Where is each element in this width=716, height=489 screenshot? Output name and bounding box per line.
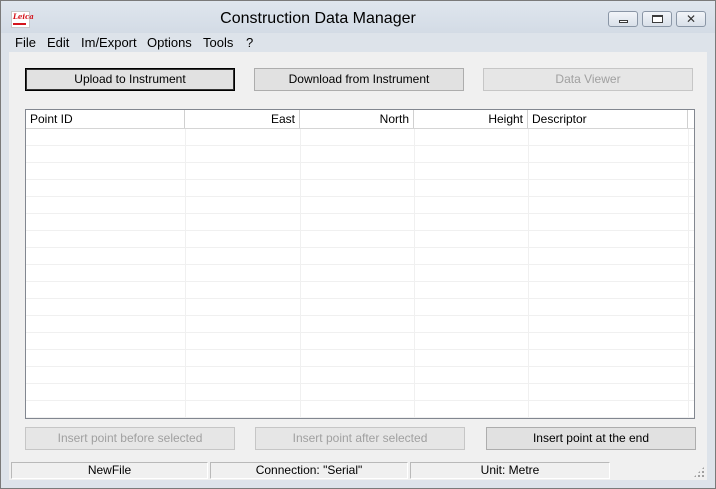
data-viewer-button[interactable]: Data Viewer bbox=[483, 68, 693, 91]
maximize-button[interactable] bbox=[642, 11, 672, 27]
menu-tools[interactable]: Tools bbox=[203, 35, 233, 50]
insert-point-before-selected-button[interactable]: Insert point before selected bbox=[25, 427, 235, 450]
minimize-icon bbox=[619, 20, 628, 23]
status-bar: NewFile Connection: "Serial" Unit: Metre bbox=[9, 462, 707, 480]
column-divider bbox=[300, 129, 301, 418]
menu-edit[interactable]: Edit bbox=[47, 35, 69, 50]
menu-file[interactable]: File bbox=[15, 35, 36, 50]
column-divider bbox=[528, 129, 529, 418]
column-divider bbox=[414, 129, 415, 418]
points-table[interactable]: Point ID East North Height Descriptor bbox=[25, 109, 695, 419]
column-header-descriptor[interactable]: Descriptor bbox=[528, 110, 688, 128]
column-header-north[interactable]: North bbox=[300, 110, 414, 128]
column-header-point-id[interactable]: Point ID bbox=[26, 110, 185, 128]
menu-im-export[interactable]: Im/Export bbox=[81, 35, 137, 50]
download-from-instrument-button[interactable]: Download from Instrument bbox=[254, 68, 464, 91]
insert-point-at-end-button[interactable]: Insert point at the end bbox=[486, 427, 696, 450]
resize-grip-icon[interactable] bbox=[693, 466, 705, 478]
menu-options[interactable]: Options bbox=[147, 35, 192, 50]
column-divider bbox=[185, 129, 186, 418]
table-body[interactable] bbox=[26, 129, 694, 418]
column-header-height[interactable]: Height bbox=[414, 110, 528, 128]
close-button[interactable]: ✕ bbox=[676, 11, 706, 27]
maximize-icon bbox=[652, 15, 663, 23]
title-bar[interactable]: Leica Construction Data Manager ✕ bbox=[1, 1, 715, 33]
status-unit: Unit: Metre bbox=[410, 462, 610, 479]
status-connection: Connection: "Serial" bbox=[210, 462, 408, 479]
status-file: NewFile bbox=[11, 462, 208, 479]
menu-help[interactable]: ? bbox=[246, 35, 253, 50]
menu-bar: File Edit Im/Export Options Tools ? bbox=[8, 33, 708, 51]
app-window: Leica Construction Data Manager ✕ File E… bbox=[0, 0, 716, 489]
upload-to-instrument-button[interactable]: Upload to Instrument bbox=[25, 68, 235, 91]
close-icon: ✕ bbox=[685, 12, 697, 26]
column-header-east[interactable]: East bbox=[185, 110, 300, 128]
column-divider bbox=[688, 129, 689, 418]
minimize-button[interactable] bbox=[608, 11, 638, 27]
window-title: Construction Data Manager bbox=[220, 10, 416, 27]
table-header: Point ID East North Height Descriptor bbox=[26, 110, 694, 129]
insert-point-after-selected-button[interactable]: Insert point after selected bbox=[255, 427, 465, 450]
